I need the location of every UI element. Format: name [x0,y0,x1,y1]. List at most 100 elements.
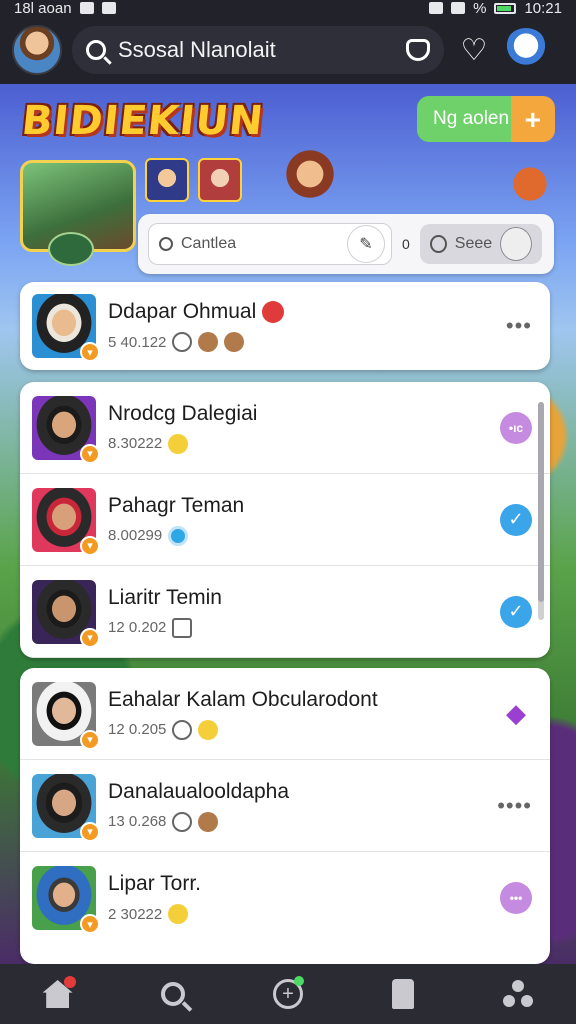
more-icon[interactable]: ••• [506,313,532,339]
toggle-switch[interactable] [500,227,532,261]
contact-meta: 2 30222 [108,905,163,923]
character-thumb[interactable] [198,158,242,202]
badge-icon: ▾ [80,443,100,464]
nav-search[interactable] [149,970,197,1018]
contact-name: Liaritr Temin [108,585,222,609]
stage-icon [392,979,415,1009]
chat-bubble-icon [429,235,447,253]
emoji-icon [172,719,193,740]
contact-name: Eahalar Kalam Obcularodont [108,687,378,711]
message-icon[interactable]: •ıc [500,411,532,444]
strawberry-icon [262,301,285,323]
heart-icon[interactable]: ♡ [454,30,494,70]
search-icon [159,237,173,251]
badge-icon: ▾ [80,342,100,362]
plus-icon: + [524,104,541,135]
game-scene: BIDIEKIUN Ng aolen + Cantlea ✎ 0 Seee ▾ … [0,84,576,964]
list-item[interactable]: ▾ Ddapar Ohmual 5 40.122 ••• [20,282,550,370]
contact-meta: 8.00299 [108,527,163,544]
list-item[interactable]: ▾ Eahalar Kalam Obcularodont 12 0.205 ◆ [20,668,550,760]
nav-home[interactable] [34,970,82,1018]
nav-add[interactable]: + [264,970,312,1018]
status-bar: 18l aoan % 10:21 [0,0,576,17]
contact-name: Lipar Torr. [108,872,201,895]
new-button-label: Ng aolen [433,108,510,129]
filter-card: Cantlea ✎ 0 Seee [138,214,554,274]
emoji-icon [172,811,193,832]
signal-icon [429,2,444,14]
status-dot [293,976,304,986]
pencil-icon[interactable]: ✎ [347,225,385,263]
groups-icon [503,980,534,1008]
battery-percent: % [473,0,487,17]
calendar-icon [172,617,193,638]
emoji-icon [198,719,219,740]
avatar: ▾ [32,487,100,556]
more-icon[interactable]: •••• [497,793,532,819]
status-time: 10:21 [524,0,562,17]
avatar: ▾ [32,395,100,464]
emoji-icon [172,332,193,352]
character-thumb[interactable] [145,158,189,202]
wifi-icon [451,2,466,14]
diamond-icon[interactable]: ◆ [500,698,532,730]
character-illustration [500,156,560,212]
nav-stage[interactable] [379,970,427,1018]
search-bar[interactable]: Ssosal Nlanolait [72,26,444,74]
contact-meta: 12 0.205 [108,721,167,738]
shield-icon[interactable] [406,39,430,61]
nav-groups[interactable] [494,970,542,1018]
seen-toggle[interactable]: Seee [419,224,542,264]
badge-icon: ▾ [80,627,100,648]
contact-name: Ddapar Ohmual [108,300,257,323]
emoji-icon [168,433,189,454]
contact-name: Nrodcg Dalegiai [108,401,258,425]
contact-name: Pahagr Teman [108,493,245,517]
contact-meta: 5 40.122 [108,333,167,351]
check-icon[interactable]: ✓ [500,595,532,628]
contact-meta: 8.30222 [108,435,163,452]
new-button[interactable]: Ng aolen + [417,96,555,142]
list-item[interactable]: ▾ Nrodcg Dalegiai 8.30222 •ıc [20,382,550,474]
filter-placeholder: Cantlea [181,235,237,252]
badge-icon: ▾ [80,535,100,556]
emoji-icon [198,811,219,832]
status-icon [168,525,189,546]
list-item[interactable]: ▾ Pahagr Teman 8.00299 ✓ [20,474,550,566]
app-icon [101,2,116,14]
contact-card: ▾ Nrodcg Dalegiai 8.30222 •ıc ▾ Pahagr T… [20,382,550,658]
contact-meta: 13 0.268 [108,813,167,830]
badge-icon: ▾ [80,729,100,750]
bottom-nav: + [0,964,576,1024]
contact-name: Danalaualooldapha [108,779,289,803]
avatar: ▾ [32,294,100,362]
game-logo: BIDIEKIUN [19,98,267,144]
emoji-icon [168,904,189,924]
mascot-icon[interactable] [504,28,548,72]
character-illustration [280,150,340,210]
avatar: ▾ [32,866,100,934]
top-bar: Ssosal Nlanolait ♡ [0,16,576,84]
avatar: ▾ [32,681,100,750]
scrollbar[interactable] [538,402,544,620]
profile-avatar[interactable] [12,25,62,75]
emoji-icon [198,332,219,352]
scrollbar-thumb[interactable] [538,402,544,602]
status-left-text: 18l aoan [14,0,72,17]
message-icon[interactable]: ••• [500,882,532,914]
seen-label: Seee [454,235,493,252]
search-icon [160,982,185,1006]
contact-meta: 12 0.202 [108,619,167,636]
filter-count: 0 [402,236,410,252]
search-text: Ssosal Nlanolait [118,37,276,62]
avatar: ▾ [32,579,100,648]
search-icon [86,40,106,60]
list-item[interactable]: ▾ Lipar Torr. 2 30222 ••• [20,852,550,944]
list-item[interactable]: ▾ Danalaualooldapha 13 0.268 •••• [20,760,550,852]
list-item[interactable]: ▾ Liaritr Temin 12 0.202 ✓ [20,566,550,658]
app-root: 18l aoan % 10:21 Ssosal Nlanolait ♡ BIDI… [0,0,576,1024]
check-icon[interactable]: ✓ [500,503,532,536]
badge-icon: ▾ [80,821,100,842]
filter-input[interactable]: Cantlea ✎ [148,223,392,265]
contact-card: ▾ Ddapar Ohmual 5 40.122 ••• [20,282,550,370]
